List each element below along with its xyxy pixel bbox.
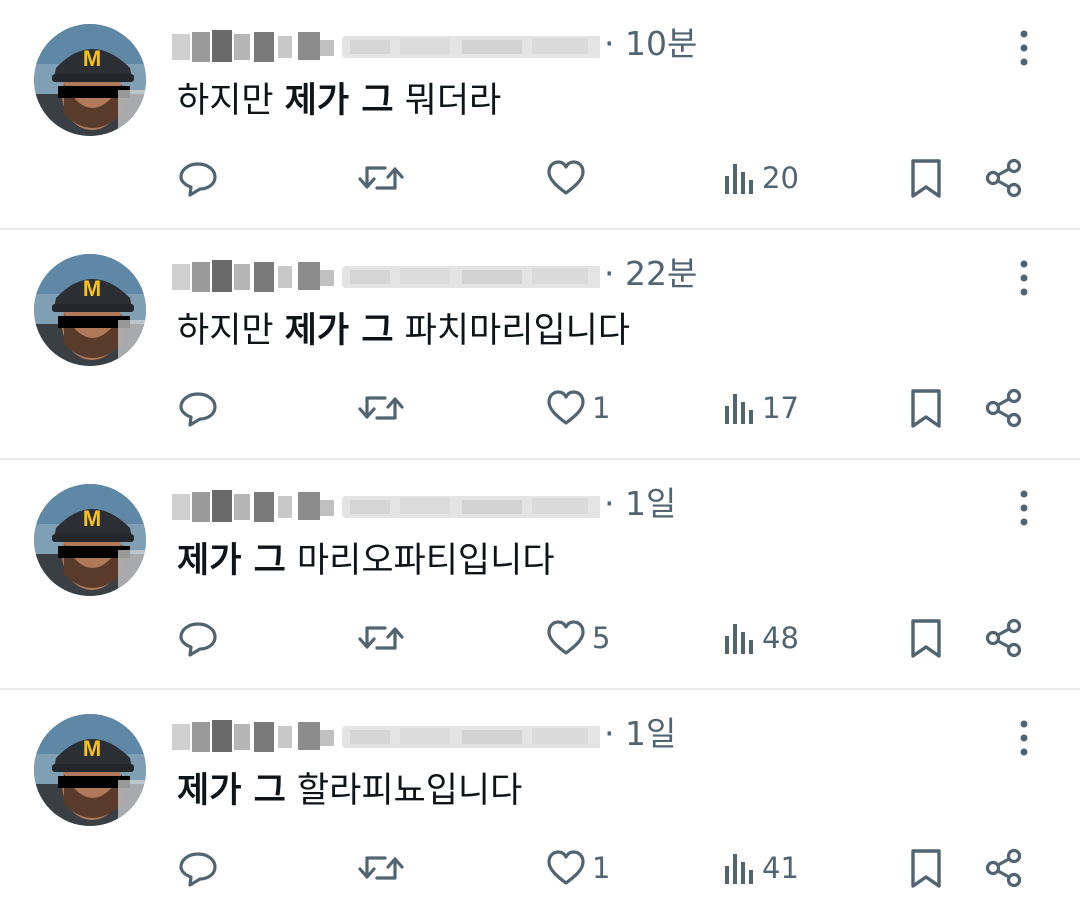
reply-button[interactable] — [176, 152, 220, 204]
tweet-text: 제가 그 마리오파티입니다 — [177, 536, 555, 586]
tweet-text-bold: 제가 그 — [177, 771, 286, 811]
bookmark-icon — [911, 619, 941, 658]
reply-icon — [179, 622, 217, 657]
bookmark-button[interactable] — [906, 612, 946, 664]
heart-icon — [547, 390, 585, 425]
like-count: 1 — [592, 391, 611, 425]
share-button[interactable] — [982, 382, 1026, 434]
retweet-button[interactable] — [357, 842, 405, 894]
views-button[interactable]: 48 — [722, 612, 799, 664]
retweet-icon — [358, 166, 404, 190]
more-icon[interactable] — [1004, 718, 1044, 758]
tweet[interactable]: M · 1일 — [0, 690, 1080, 920]
views-count: 48 — [762, 621, 799, 655]
retweet-button[interactable] — [357, 152, 405, 204]
heart-icon — [547, 160, 585, 195]
avatar[interactable]: M — [34, 714, 146, 826]
heart-icon — [547, 850, 585, 885]
tweet-timestamp[interactable]: · 22분 — [604, 248, 697, 300]
tweet-text-rest: 파치마리입니다 — [393, 311, 631, 351]
avatar-image: M — [34, 24, 146, 136]
reply-button[interactable] — [176, 612, 220, 664]
like-button[interactable]: 5 — [544, 612, 610, 664]
like-count: 1 — [592, 851, 611, 885]
avatar[interactable]: M — [34, 24, 146, 136]
views-icon — [725, 854, 753, 884]
bookmark-button[interactable] — [906, 842, 946, 894]
like-count: 5 — [592, 621, 611, 655]
tweet-timestamp[interactable]: · 1일 — [604, 478, 676, 530]
tweet-text-prefix: 하지만 — [177, 311, 285, 351]
avatar-image: M — [34, 484, 146, 596]
retweet-icon — [358, 626, 404, 650]
tweet-timestamp[interactable]: · 10분 — [604, 18, 697, 70]
views-icon — [725, 164, 753, 194]
like-button[interactable] — [544, 152, 592, 204]
more-icon[interactable] — [1004, 28, 1044, 68]
svg-text:M: M — [83, 506, 101, 531]
retweet-icon — [358, 856, 404, 880]
avatar-image: M — [34, 254, 146, 366]
views-count: 17 — [762, 391, 799, 425]
like-button[interactable]: 1 — [544, 382, 610, 434]
svg-text:M: M — [83, 276, 101, 301]
reply-button[interactable] — [176, 842, 220, 894]
share-icon — [985, 388, 1022, 428]
avatar[interactable]: M — [34, 484, 146, 596]
blurred-username[interactable] — [170, 20, 602, 70]
heart-icon — [547, 620, 585, 655]
share-button[interactable] — [982, 152, 1026, 204]
tweet-text: 하지만 제가 그 뭐더라 — [177, 76, 501, 126]
tweet-text: 하지만 제가 그 파치마리입니다 — [177, 306, 630, 356]
avatar[interactable]: M — [34, 254, 146, 366]
tweet-text: 제가 그 할라피뇨입니다 — [177, 766, 522, 816]
tweet-text-rest: 할라피뇨입니다 — [285, 771, 523, 811]
tweet-text-bold: 제가 그 — [284, 81, 394, 121]
share-icon — [985, 618, 1022, 658]
tweet[interactable]: M · 22분 하지만 제가 그 파치마리입니다 1 17 — [0, 230, 1080, 460]
more-icon[interactable] — [1004, 258, 1044, 298]
tweet-text-prefix: 하지만 — [177, 81, 285, 121]
retweet-button[interactable] — [357, 382, 405, 434]
reply-button[interactable] — [176, 382, 220, 434]
views-button[interactable]: 20 — [722, 152, 799, 204]
bookmark-button[interactable] — [906, 152, 946, 204]
reply-icon — [179, 852, 217, 887]
bookmark-icon — [911, 389, 941, 428]
views-button[interactable]: 17 — [722, 382, 799, 434]
reply-icon — [179, 162, 217, 197]
like-button[interactable]: 1 — [544, 842, 610, 894]
tweet[interactable]: M · 1일 — [0, 460, 1080, 690]
tweet-text-rest: 뭐더라 — [393, 81, 502, 121]
tweet-text-bold: 제가 그 — [177, 541, 286, 581]
avatar-image: M — [34, 714, 146, 826]
views-count: 20 — [762, 161, 799, 195]
share-icon — [985, 848, 1022, 888]
svg-text:M: M — [83, 736, 101, 761]
blurred-username[interactable] — [170, 480, 602, 530]
bookmark-icon — [911, 159, 941, 198]
svg-text:M: M — [83, 46, 101, 71]
share-icon — [985, 158, 1022, 198]
bookmark-icon — [911, 849, 941, 888]
share-button[interactable] — [982, 842, 1026, 894]
retweet-button[interactable] — [357, 612, 405, 664]
views-button[interactable]: 41 — [722, 842, 799, 894]
tweet[interactable]: M · 10분 하지만 제가 그 뭐더라 20 — [0, 0, 1080, 230]
reply-icon — [179, 392, 217, 427]
more-icon[interactable] — [1004, 488, 1044, 528]
tweet-text-rest: 마리오파티입니다 — [285, 541, 555, 581]
share-button[interactable] — [982, 612, 1026, 664]
blurred-username[interactable] — [170, 710, 602, 760]
bookmark-button[interactable] — [906, 382, 946, 434]
tweet-text-bold: 제가 그 — [284, 311, 394, 351]
views-icon — [725, 394, 753, 424]
views-icon — [725, 624, 753, 654]
retweet-icon — [358, 396, 404, 420]
views-count: 41 — [762, 851, 799, 885]
tweet-timestamp[interactable]: · 1일 — [604, 708, 676, 760]
blurred-username[interactable] — [170, 250, 602, 300]
